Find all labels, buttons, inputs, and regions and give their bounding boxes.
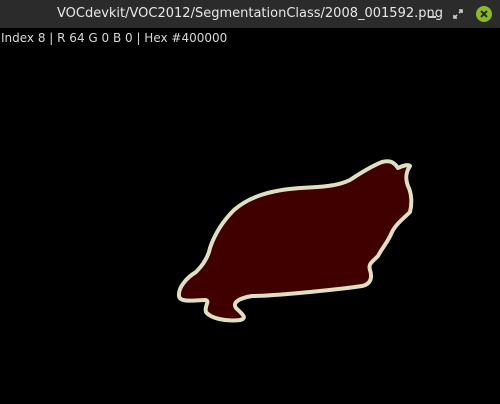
image-viewer-window: VOCdevkit/VOC2012/SegmentationClass/2008…	[0, 0, 500, 404]
close-button[interactable]	[474, 4, 494, 24]
pixel-info-text: Index 8 | R 64 G 0 B 0 | Hex #400000	[1, 31, 228, 45]
segmentation-image-canvas[interactable]	[0, 48, 500, 404]
title-bar[interactable]: VOCdevkit/VOC2012/SegmentationClass/2008…	[0, 0, 500, 28]
restore-icon	[453, 9, 463, 19]
window-controls	[422, 4, 494, 24]
minimize-icon	[428, 16, 436, 18]
restore-button[interactable]	[448, 4, 468, 24]
minimize-button[interactable]	[422, 4, 442, 24]
close-icon	[476, 6, 492, 22]
